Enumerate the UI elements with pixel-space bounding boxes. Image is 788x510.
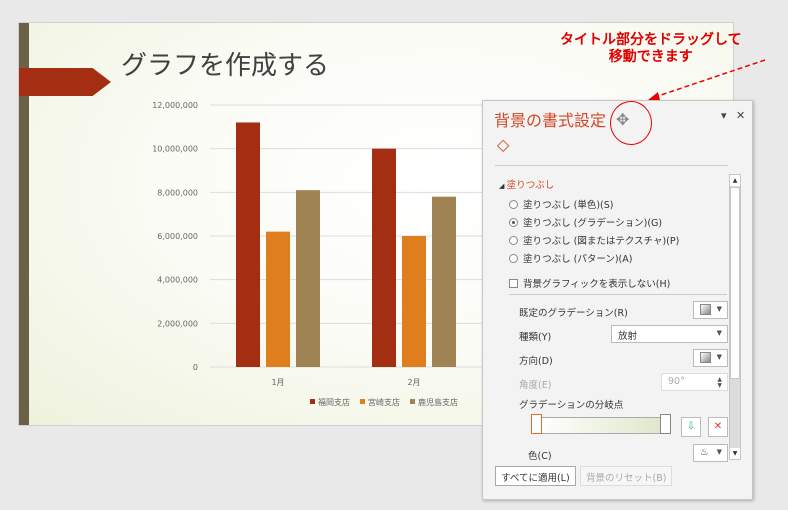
color-label: 色(C)	[528, 451, 552, 462]
fill-option-radio[interactable]: 塗りつぶし (グラデーション)(G)	[509, 215, 662, 229]
y-tick-label: 10,000,000	[152, 145, 198, 154]
preset-gradient-label: 既定のグラデーション(R)	[519, 308, 628, 319]
reset-background-button[interactable]: 背景のリセット(B)	[580, 466, 673, 486]
checkbox[interactable]	[509, 279, 518, 288]
y-tick-label: 2,000,000	[157, 319, 198, 328]
scroll-up-icon[interactable]: ▲	[730, 175, 740, 186]
x-tick-label: 1月	[271, 378, 284, 387]
section-label: 塗りつぶし	[506, 180, 555, 191]
pane-options-dropdown-icon[interactable]: ▾	[721, 109, 727, 122]
annotation-line1: タイトル部分をドラッグして	[560, 32, 742, 48]
scroll-thumb[interactable]	[730, 187, 740, 379]
fill-option-radio[interactable]: 塗りつぶし (図またはテクスチャ)(P)	[509, 233, 679, 247]
pane-title[interactable]: 背景の書式設定	[494, 107, 606, 131]
y-tick-label: 8,000,000	[157, 188, 198, 197]
annotation-circle	[610, 101, 652, 145]
checkbox-label: 背景グラフィックを表示しない(H)	[523, 279, 671, 290]
color-dropdown[interactable]: ♨ ▼	[693, 444, 728, 462]
type-label: 種類(Y)	[519, 332, 552, 343]
gradient-swatch	[700, 304, 711, 315]
radio-button[interactable]	[509, 254, 518, 263]
bar[interactable]	[236, 122, 260, 367]
fill-bucket-icon[interactable]: ◇	[497, 135, 509, 154]
angle-spinner[interactable]: 90° ▲ ▼	[661, 373, 728, 391]
bar[interactable]	[266, 231, 290, 367]
gradient-stop-selected[interactable]	[531, 414, 542, 434]
hide-graphics-checkbox[interactable]: 背景グラフィックを表示しない(H)	[509, 276, 670, 290]
collapse-icon: ◢	[499, 182, 507, 190]
chevron-down-icon: ▼	[716, 353, 722, 361]
add-stop-button[interactable]: ⇩	[681, 417, 701, 437]
divider	[495, 165, 728, 166]
direction-label: 方向(D)	[519, 356, 553, 367]
radio-label: 塗りつぶし (グラデーション)(G)	[523, 218, 663, 229]
gradient-stop[interactable]	[660, 414, 671, 434]
remove-stop-button[interactable]: ✕	[708, 417, 728, 437]
angle-label: 角度(E)	[519, 380, 552, 391]
radio-button[interactable]	[509, 218, 518, 227]
bar[interactable]	[432, 196, 456, 367]
gradient-stops-label: グラデーションの分岐点	[519, 400, 624, 411]
bar[interactable]	[402, 236, 426, 367]
x-tick-label: 2月	[407, 378, 420, 387]
spinner-arrows-icon[interactable]: ▲ ▼	[717, 377, 722, 389]
type-dropdown[interactable]: 放射 ▼	[611, 325, 728, 343]
annotation-arrow	[648, 59, 766, 100]
type-value: 放射	[618, 331, 638, 342]
legend-swatch	[360, 399, 365, 404]
direction-dropdown[interactable]: ▼	[693, 349, 728, 367]
gradient-stops-bar[interactable]	[537, 417, 665, 434]
bar[interactable]	[296, 190, 320, 367]
bar[interactable]	[372, 148, 396, 367]
radio-label: 塗りつぶし (パターン)(A)	[523, 254, 633, 265]
close-icon[interactable]: ✕	[736, 109, 745, 122]
radio-button[interactable]	[509, 200, 518, 209]
apply-to-all-button[interactable]: すべてに適用(L)	[495, 466, 576, 486]
legend-swatch	[310, 399, 315, 404]
pane-scrollbar[interactable]: ▲ ▼	[729, 174, 741, 460]
legend-label: 宮崎支店	[368, 397, 400, 407]
y-tick-label: 4,000,000	[157, 276, 198, 285]
format-background-pane[interactable]: 背景の書式設定 ✥ ▾ ✕ ◇ ◢ 塗りつぶし 塗りつぶし (単色)(S) 塗りつ…	[482, 100, 753, 500]
section-fill[interactable]: ◢ 塗りつぶし	[499, 177, 554, 191]
radio-label: 塗りつぶし (単色)(S)	[523, 200, 614, 211]
legend-swatch	[410, 399, 415, 404]
chevron-down-icon: ▼	[716, 329, 722, 337]
scroll-down-icon[interactable]: ▼	[730, 448, 740, 459]
y-tick-label: 12,000,000	[152, 101, 198, 110]
chevron-down-icon: ▼	[716, 448, 722, 456]
preset-gradient-dropdown[interactable]: ▼	[693, 301, 728, 319]
divider	[509, 294, 727, 295]
chevron-down-icon: ▼	[716, 305, 722, 313]
legend-label: 福岡支店	[318, 397, 350, 407]
paint-bucket-icon: ♨	[700, 447, 709, 458]
angle-value: 90°	[668, 376, 685, 387]
direction-swatch	[700, 352, 711, 363]
radio-button[interactable]	[509, 236, 518, 245]
legend-label: 鹿児島支店	[418, 397, 458, 407]
y-tick-label: 0	[193, 363, 198, 372]
radio-label: 塗りつぶし (図またはテクスチャ)(P)	[523, 236, 680, 247]
y-tick-label: 6,000,000	[157, 232, 198, 241]
fill-option-radio[interactable]: 塗りつぶし (単色)(S)	[509, 197, 613, 211]
fill-option-radio[interactable]: 塗りつぶし (パターン)(A)	[509, 251, 632, 265]
